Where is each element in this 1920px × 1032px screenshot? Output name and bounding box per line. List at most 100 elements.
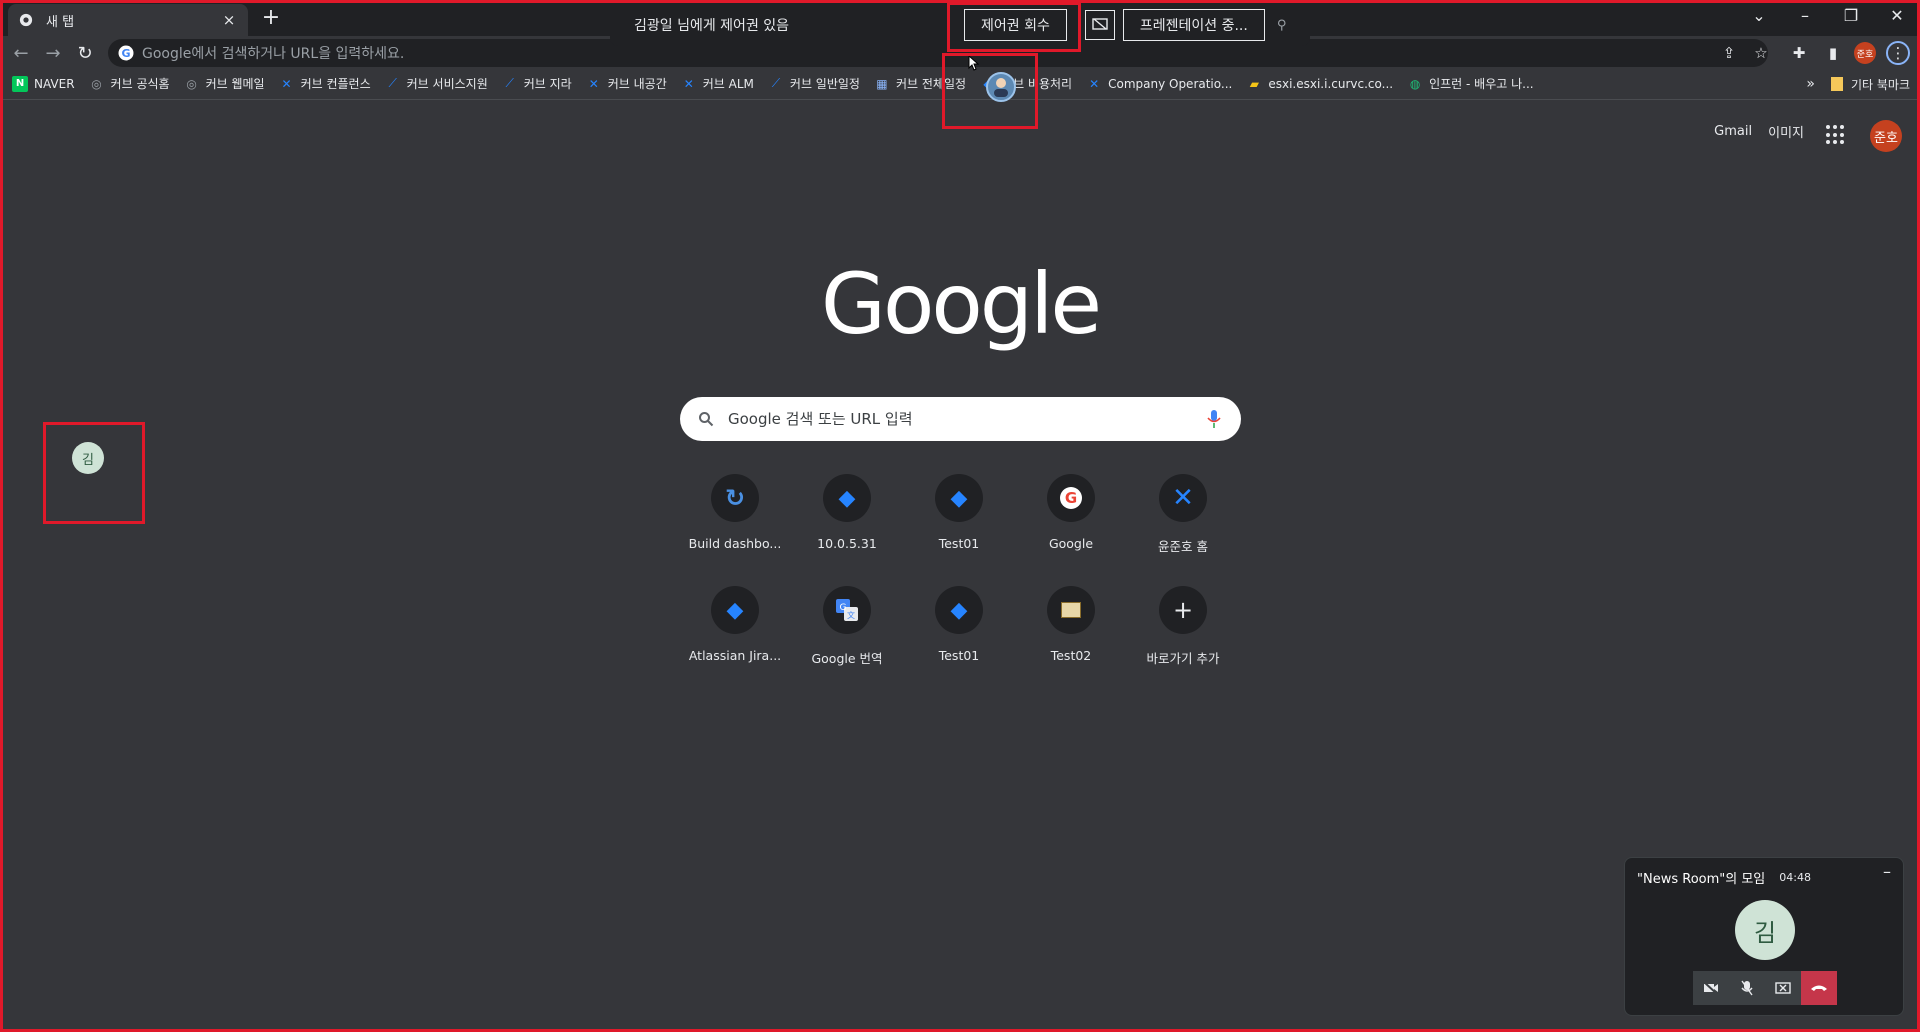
side-panel-icon[interactable]: ▮ bbox=[1822, 42, 1844, 64]
svg-text:文: 文 bbox=[847, 610, 855, 620]
bookmark-item[interactable]: N NAVER bbox=[12, 75, 75, 92]
revoke-control-button[interactable]: 제어권 회수 bbox=[964, 9, 1067, 41]
search-icon bbox=[699, 412, 714, 427]
bookmarks-bar: N NAVER ◎ 커브 공식홈 ◎ 커브 웹메일 ✕ 커브 컨플런스 ⟋ 커브 서비스지… bbox=[0, 68, 1920, 100]
screen-share-bar: 김광일 님에게 제어권 있음 제어권 회수 프레젠테이션 중... ⚲ bbox=[610, 4, 1310, 46]
microphone-icon[interactable] bbox=[1207, 409, 1221, 429]
bookmark-star-icon[interactable]: ☆ bbox=[1750, 42, 1772, 64]
svg-text:G: G bbox=[840, 603, 847, 613]
globe-icon: ◎ bbox=[186, 76, 197, 91]
bookmark-item[interactable]: ⟋ 커브 서비스지원 bbox=[385, 75, 487, 92]
close-window-icon[interactable]: ✕ bbox=[1874, 0, 1920, 30]
jira-icon: ⟋ bbox=[388, 76, 397, 90]
end-call-icon[interactable] bbox=[1801, 971, 1837, 1005]
remote-cursor-bubble: 김 bbox=[72, 442, 104, 474]
address-placeholder: Google에서 검색하거나 URL을 입력하세요. bbox=[142, 46, 405, 62]
other-bookmarks[interactable]: 기타 북마크 bbox=[1851, 76, 1910, 93]
bookmark-item[interactable]: ✕ 커브 내공간 bbox=[586, 75, 667, 92]
bookmark-item[interactable]: ◍ 인프런 - 배우고 나... bbox=[1407, 75, 1534, 92]
confluence-icon: ✕ bbox=[683, 76, 694, 91]
stop-share-icon[interactable] bbox=[1084, 10, 1115, 40]
confluence-icon: ✕ bbox=[1159, 474, 1207, 522]
calendar-icon: ▦ bbox=[876, 76, 888, 91]
google-icon: G bbox=[1047, 474, 1095, 522]
reload-icon[interactable]: ↻ bbox=[72, 40, 98, 66]
remote-cursor-highlight-box bbox=[43, 422, 145, 524]
gmail-link[interactable]: Gmail bbox=[1714, 124, 1752, 139]
google-apps-icon[interactable] bbox=[1826, 125, 1846, 145]
chrome-icon bbox=[18, 12, 34, 28]
jira-diamond-icon: ◆ bbox=[935, 586, 983, 634]
ntp-search-box[interactable] bbox=[680, 397, 1241, 441]
google-logo: Google bbox=[820, 255, 1102, 353]
bookmark-item[interactable]: ✕ Company Operatio... bbox=[1086, 76, 1232, 92]
bookmark-item[interactable]: ✕ 커브 ALM bbox=[681, 75, 754, 92]
minimize-meeting-button[interactable]: – bbox=[1883, 862, 1891, 881]
google-translate-icon: G文 bbox=[823, 586, 871, 634]
extensions-icon[interactable]: ✚ bbox=[1788, 42, 1810, 64]
shortcut-tile[interactable]: G Google bbox=[1015, 474, 1127, 551]
shortcut-tile[interactable]: ◆ 10.0.5.31 bbox=[791, 474, 903, 551]
bookmark-item[interactable]: ◎ 커브 공식홈 bbox=[89, 75, 169, 92]
globe-icon: ◎ bbox=[91, 76, 102, 91]
menu-icon[interactable]: ⋮ bbox=[1886, 41, 1910, 65]
ntp-top-links: Gmail 이미지 bbox=[1698, 122, 1804, 141]
jira-icon: ⟋ bbox=[505, 76, 514, 90]
shortcut-tile[interactable]: ↻ Build dashbo... bbox=[679, 474, 791, 551]
tab-title: 새 탭 bbox=[46, 14, 75, 30]
bookmark-item[interactable]: ⟋ 커브 일반일정 bbox=[768, 75, 860, 92]
test02-thumb-icon bbox=[1047, 586, 1095, 634]
mouse-cursor-icon bbox=[968, 55, 980, 71]
shortcut-tile[interactable]: ✕ 윤준호 홈 bbox=[1127, 474, 1239, 555]
account-avatar[interactable]: 준호 bbox=[1870, 120, 1902, 152]
remote-user-avatar bbox=[986, 72, 1016, 102]
jira-diamond-icon: ◆ bbox=[935, 474, 983, 522]
jira-icon: ⟋ bbox=[771, 76, 781, 90]
meeting-timer: 04:48 bbox=[1779, 871, 1811, 884]
stop-presenting-icon[interactable] bbox=[1765, 971, 1801, 1005]
shortcut-tile[interactable]: G文 Google 번역 bbox=[791, 586, 903, 667]
svg-text:G: G bbox=[121, 47, 130, 60]
minimize-icon[interactable]: – bbox=[1782, 0, 1828, 30]
camera-off-icon[interactable] bbox=[1693, 971, 1729, 1005]
bookmark-item[interactable]: ▰ esxi.esxi.i.curvc.co... bbox=[1246, 76, 1393, 92]
tab-close-icon[interactable]: × bbox=[220, 11, 238, 29]
bookmark-item[interactable]: ◎ 커브 웹메일 bbox=[184, 75, 264, 92]
restore-icon[interactable]: ❐ bbox=[1828, 0, 1874, 30]
back-icon[interactable]: ← bbox=[8, 40, 34, 66]
share-control-message: 김광일 님에게 제어권 있음 bbox=[634, 18, 790, 34]
shortcut-tile[interactable]: ◆ Test01 bbox=[903, 474, 1015, 551]
jira-diamond-icon: ◆ bbox=[823, 474, 871, 522]
presentation-button[interactable]: 프레젠테이션 중... bbox=[1122, 9, 1265, 41]
bookmark-item[interactable]: ▦ 커브 전체일정 bbox=[874, 75, 966, 92]
build-dashboard-icon: ↻ bbox=[711, 474, 759, 522]
naver-icon: N bbox=[12, 75, 28, 92]
add-shortcut-tile[interactable]: + 바로가기 추가 bbox=[1127, 586, 1239, 667]
search-input[interactable] bbox=[728, 410, 1168, 428]
mic-off-icon[interactable] bbox=[1729, 971, 1765, 1005]
folder-icon bbox=[1830, 77, 1843, 91]
bookmark-item[interactable]: ⟋ 커브 지라 bbox=[502, 75, 572, 92]
images-link[interactable]: 이미지 bbox=[1768, 122, 1804, 141]
meeting-controls bbox=[1693, 971, 1837, 1005]
vmware-icon: ▰ bbox=[1249, 76, 1259, 91]
bookmarks-overflow: » 기타 북마크 bbox=[1806, 68, 1910, 100]
tab-search-icon[interactable]: ⌄ bbox=[1736, 0, 1782, 30]
shortcut-tile[interactable]: Test02 bbox=[1015, 586, 1127, 663]
pin-icon[interactable]: ⚲ bbox=[1277, 18, 1287, 33]
confluence-icon: ✕ bbox=[588, 76, 599, 91]
share-icon[interactable]: ⇪ bbox=[1718, 42, 1740, 64]
profile-button[interactable]: 준호 bbox=[1854, 42, 1876, 64]
svg-text:G: G bbox=[1065, 489, 1077, 507]
shortcut-tile[interactable]: ◆ Atlassian Jira... bbox=[679, 586, 791, 663]
tab-new-tab[interactable]: 새 탭 × bbox=[8, 4, 248, 36]
forward-icon[interactable]: → bbox=[40, 40, 66, 66]
google-g-icon: G bbox=[118, 45, 134, 61]
meeting-header: "News Room"의 모임 04:48 bbox=[1637, 868, 1811, 887]
new-tab-button[interactable]: + bbox=[258, 6, 284, 32]
meeting-widget: "News Room"의 모임 04:48 – 김 bbox=[1624, 857, 1904, 1016]
bookmarks-more-button[interactable]: » bbox=[1806, 76, 1815, 92]
bookmark-item[interactable]: ✕ 커브 컨플런스 bbox=[279, 75, 371, 92]
shortcut-tile[interactable]: ◆ Test01 bbox=[903, 586, 1015, 663]
meeting-title: "News Room"의 모임 bbox=[1637, 872, 1766, 887]
